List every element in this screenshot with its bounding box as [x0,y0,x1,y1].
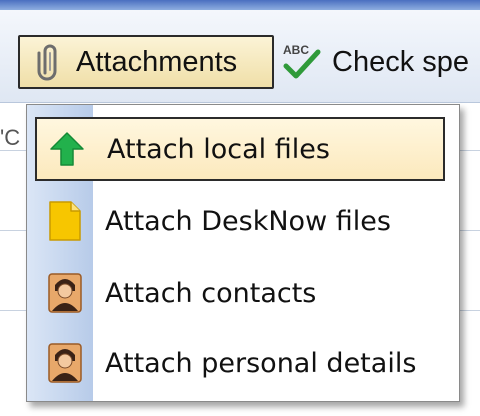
contact-person-icon [43,271,87,315]
menu-item-attach-desknow-files[interactable]: Attach DeskNow files [35,189,445,253]
toolbar: Attachments ABC Check spe [0,10,480,103]
menu-item-attach-contacts[interactable]: Attach contacts [35,261,445,325]
document-icon [43,199,87,243]
attachments-dropdown-menu: Attach local files Attach DeskNow files [26,104,460,402]
menu-item-attach-local-files[interactable]: Attach local files [35,117,445,181]
menu-item-label: Attach DeskNow files [105,205,391,237]
menu-item-label: Attach local files [107,133,330,165]
paperclip-icon [30,42,70,82]
upload-arrow-icon [45,127,89,171]
attachments-button[interactable]: Attachments [18,35,274,89]
menu-item-label: Attach personal details [105,347,417,379]
check-spelling-label: Check spe [332,45,470,78]
spell-check-icon-text: ABC [283,43,309,57]
attachments-label: Attachments [76,45,238,78]
title-strip [0,0,480,10]
menu-item-attach-personal-details[interactable]: Attach personal details [35,331,445,395]
person-details-icon [43,341,87,385]
menu-item-label: Attach contacts [105,277,317,309]
app-window: Attachments ABC Check spe 'C Attach loca… [0,0,480,416]
check-spelling-button[interactable]: ABC Check spe [280,35,480,89]
spell-check-icon: ABC [280,40,324,84]
